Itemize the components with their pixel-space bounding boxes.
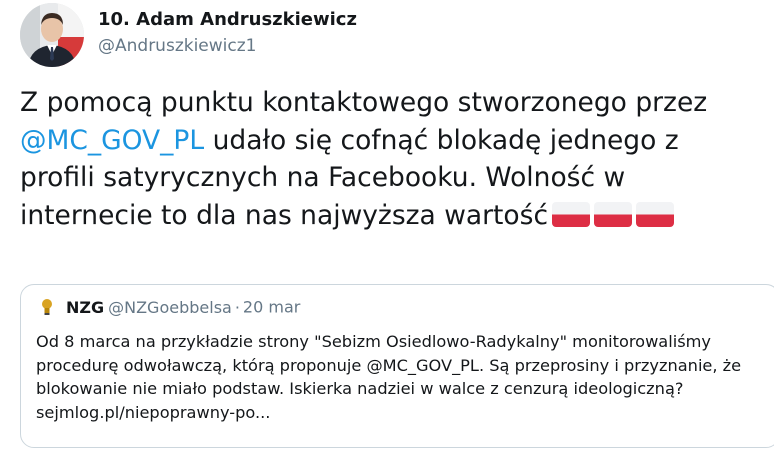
quoted-avatar — [36, 296, 58, 318]
separator-dot: · — [234, 297, 240, 317]
quoted-handle: @NZGoebbelsa — [108, 297, 232, 317]
author-info: 10. Adam Andruszkiewicz @Andruszkiewicz1 — [98, 8, 357, 58]
mention-link[interactable]: @MC_GOV_PL — [20, 125, 204, 156]
tweet-text: Z pomocą punktu kontaktowego stworzonego… — [20, 84, 760, 234]
flag-poland-icon — [552, 201, 591, 227]
flag-poland-icon — [594, 201, 633, 227]
flag-poland-icon — [636, 201, 675, 227]
author-avatar[interactable] — [20, 3, 84, 67]
author-display-name[interactable]: 10. Adam Andruszkiewicz — [98, 8, 357, 32]
tweet-text-part: Z pomocą punktu kontaktowego stworzonego… — [20, 87, 708, 118]
quoted-display-name: NZG — [66, 297, 105, 317]
quoted-timestamp[interactable]: 20 mar — [243, 298, 300, 317]
lightbulb-icon — [36, 296, 58, 318]
quoted-tweet-text: Od 8 marca na przykładzie strony "Sebizm… — [36, 332, 742, 422]
tweet: 10. Adam Andruszkiewicz @Andruszkiewicz1… — [0, 0, 774, 469]
quoted-tweet-header: NZG @NZGoebbelsa · 20 mar — [36, 296, 300, 320]
author-handle[interactable]: @Andruszkiewicz1 — [98, 34, 357, 58]
author-avatar-image — [20, 3, 84, 67]
quoted-tweet[interactable]: NZG @NZGoebbelsa · 20 mar Od 8 marca na prz… — [20, 284, 774, 448]
